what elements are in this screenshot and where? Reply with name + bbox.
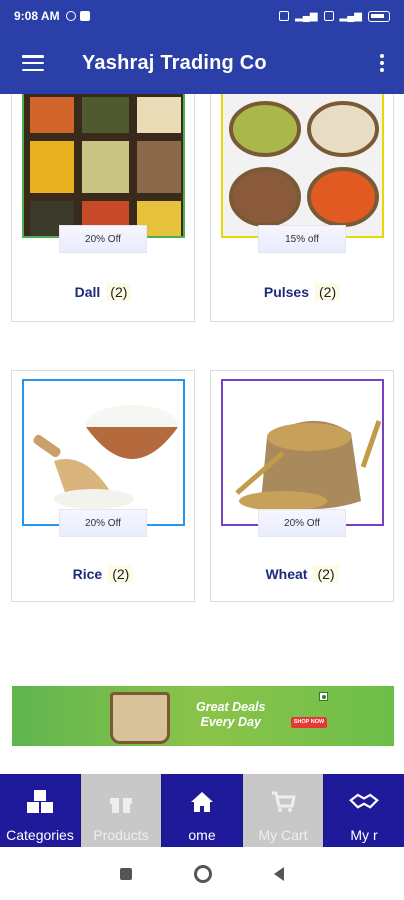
dall-image — [22, 94, 185, 238]
category-label: Dall (2) — [12, 283, 194, 301]
recents-button[interactable] — [120, 867, 132, 880]
banner-line-1: Great Deals — [196, 700, 266, 714]
category-label: Pulses (2) — [211, 283, 393, 301]
category-card-dall[interactable]: 20% Off Dall (2) — [11, 94, 195, 322]
volte-icon — [279, 11, 290, 21]
media-icon — [79, 11, 90, 21]
status-icons: ▂▄▆ ▂▄▆ — [279, 10, 390, 22]
discount-badge: 15% off — [258, 225, 346, 253]
back-button[interactable] — [274, 866, 284, 881]
nav-label: ome — [188, 827, 216, 843]
nav-categories[interactable]: Categories — [0, 774, 81, 847]
app-title: Yashraj Trading Co — [82, 51, 267, 74]
app-bar: Yashraj Trading Co — [0, 32, 404, 94]
handshake-icon — [349, 788, 379, 816]
category-count: (2) — [106, 283, 132, 301]
category-card-rice[interactable]: 20% Off Rice (2) — [11, 370, 195, 602]
nav-my-account[interactable]: My r — [324, 774, 404, 847]
discount-badge: 20% Off — [258, 509, 346, 537]
nav-label: My r — [350, 827, 378, 843]
overflow-menu-icon[interactable] — [380, 54, 384, 72]
volte-icon-2 — [323, 11, 334, 21]
wheat-image — [221, 379, 384, 526]
rice-image — [22, 379, 185, 526]
promo-banner[interactable]: Great Deals Every Day SHOP NOW — [12, 686, 394, 746]
signal-icon: ▂▄▆ — [295, 10, 318, 22]
category-grid: 20% Off Dall (2) 15% off Pulses (2) 20% … — [0, 94, 404, 774]
discount-badge: 20% Off — [59, 509, 147, 537]
nav-products[interactable]: Products — [81, 774, 162, 847]
grain-sack-icon — [110, 692, 170, 744]
battery-icon — [368, 10, 390, 22]
nav-label: Products — [93, 827, 149, 843]
signal-icon-2: ▂▄▆ — [339, 10, 362, 22]
banner-line-2: Every Day — [200, 715, 261, 729]
gift-icon — [106, 788, 136, 816]
nav-label: Categories — [6, 827, 74, 843]
category-label: Rice (2) — [12, 565, 194, 583]
category-count: (2) — [108, 565, 134, 583]
shop-now-button[interactable]: SHOP NOW — [291, 717, 327, 728]
status-time: 9:08 AM — [14, 9, 60, 23]
alarm-icon — [65, 11, 76, 21]
system-navigation-bar — [0, 847, 404, 900]
menu-icon[interactable] — [22, 55, 44, 71]
home-icon — [187, 788, 217, 816]
category-count: (2) — [315, 283, 341, 301]
category-count: (2) — [313, 565, 339, 583]
nav-home[interactable]: ome — [162, 774, 243, 847]
category-name: Wheat — [265, 566, 308, 582]
category-name: Dall — [74, 284, 101, 300]
status-bar: 9:08 AM ▂▄▆ ▂▄▆ — [0, 0, 404, 32]
nav-label: My Cart — [258, 827, 308, 843]
pulses-image — [221, 94, 384, 238]
discount-badge: 20% Off — [59, 225, 147, 253]
veg-mark-icon — [319, 692, 328, 701]
bottom-navigation: Categories Products ome My Cart My r — [0, 774, 404, 847]
cart-icon — [268, 788, 298, 816]
home-button[interactable] — [194, 864, 212, 883]
banner-text: Great Deals Every Day — [196, 700, 265, 730]
cubes-icon — [25, 788, 55, 816]
category-card-pulses[interactable]: 15% off Pulses (2) — [210, 94, 394, 322]
category-name: Rice — [72, 566, 103, 582]
category-card-wheat[interactable]: 20% Off Wheat (2) — [210, 370, 394, 602]
category-label: Wheat (2) — [211, 565, 393, 583]
category-name: Pulses — [263, 284, 309, 300]
nav-cart[interactable]: My Cart — [243, 774, 324, 847]
